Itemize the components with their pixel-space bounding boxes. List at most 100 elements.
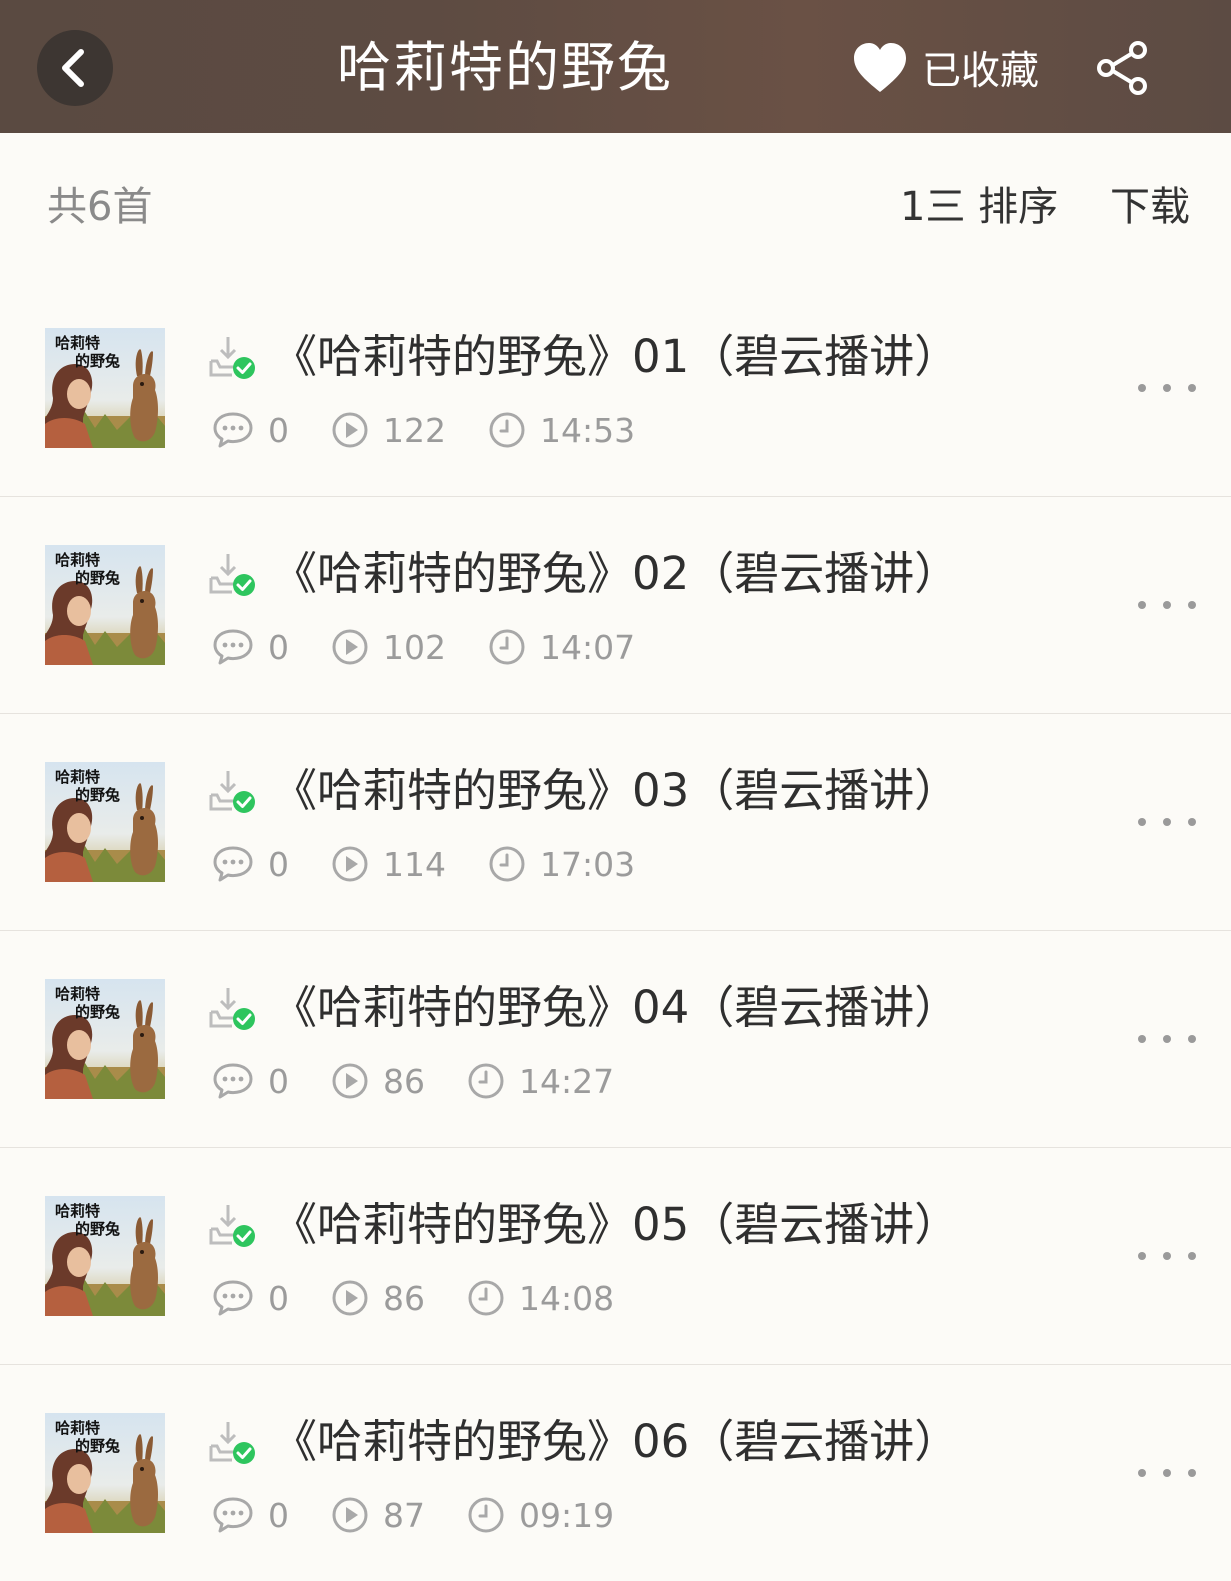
more-dots-icon (1138, 1469, 1196, 1477)
episode-meta: 0 86 14:08 (212, 1276, 614, 1320)
episode-title[interactable]: 《哈莉特的野兔》02（碧云播讲） (272, 545, 959, 603)
comment-bubble-icon (212, 628, 254, 666)
episode-meta: 0 102 14:07 (212, 625, 635, 669)
play-count: 86 (383, 1061, 425, 1101)
episode-meta: 0 122 14:53 (212, 408, 635, 452)
episode-list: 哈莉特 的野兔 《哈莉特的野兔》01（碧云播讲） 0 122 14:53 哈莉特 的野… (0, 280, 1231, 1581)
cover-text-line2: 的野兔 (75, 569, 120, 587)
downloaded-check-icon (208, 552, 258, 598)
comment-count: 0 (268, 410, 289, 450)
more-options-button[interactable] (1134, 597, 1200, 613)
episode-cover-image: 哈莉特 的野兔 (45, 1413, 165, 1533)
more-dots-icon (1138, 601, 1196, 609)
episode-cover-image: 哈莉特 的野兔 (45, 979, 165, 1099)
episode-duration: 14:08 (519, 1278, 615, 1318)
cover-text-line1: 哈莉特 (55, 1419, 100, 1437)
downloaded-check-icon (208, 986, 258, 1032)
comment-bubble-icon (212, 1279, 254, 1317)
download-button[interactable]: 下载 (1110, 183, 1190, 231)
episode-title[interactable]: 《哈莉特的野兔》06（碧云播讲） (272, 1413, 959, 1471)
clock-icon (467, 1279, 505, 1317)
cover-text-line2: 的野兔 (75, 1003, 120, 1021)
episode-duration: 14:27 (519, 1061, 615, 1101)
more-dots-icon (1138, 1035, 1196, 1043)
episode-duration: 14:07 (540, 627, 636, 667)
play-circle-icon (331, 628, 369, 666)
share-icon (1097, 41, 1147, 95)
play-circle-icon (331, 411, 369, 449)
more-options-button[interactable] (1134, 380, 1200, 396)
cover-text-line2: 的野兔 (75, 1437, 120, 1455)
comment-count: 0 (268, 627, 289, 667)
episode-meta: 0 114 17:03 (212, 842, 635, 886)
episode-cover-image: 哈莉特 的野兔 (45, 328, 165, 448)
episode-cover-image: 哈莉特 的野兔 (45, 1196, 165, 1316)
comment-bubble-icon (212, 411, 254, 449)
cover-text-line2: 的野兔 (75, 786, 120, 804)
episode-row[interactable]: 哈莉特 的野兔 《哈莉特的野兔》01（碧云播讲） 0 122 14:53 (0, 280, 1231, 497)
episode-cover-image: 哈莉特 的野兔 (45, 545, 165, 665)
play-circle-icon (331, 1496, 369, 1534)
episode-row[interactable]: 哈莉特 的野兔 《哈莉特的野兔》03（碧云播讲） 0 114 17:03 (0, 714, 1231, 931)
favorite-button[interactable]: 已收藏 (852, 40, 1039, 96)
clock-icon (467, 1496, 505, 1534)
cover-text-line1: 哈莉特 (55, 985, 100, 1003)
episode-duration: 09:19 (519, 1495, 615, 1535)
play-count: 102 (383, 627, 446, 667)
cover-text-line1: 哈莉特 (55, 334, 100, 352)
comment-bubble-icon (212, 845, 254, 883)
episode-meta: 0 86 14:27 (212, 1059, 614, 1103)
episode-title[interactable]: 《哈莉特的野兔》01（碧云播讲） (272, 328, 959, 386)
more-options-button[interactable] (1134, 814, 1200, 830)
top-bar: 哈莉特的野兔 已收藏 (0, 0, 1231, 133)
episode-row[interactable]: 哈莉特 的野兔 《哈莉特的野兔》04（碧云播讲） 0 86 14:27 (0, 931, 1231, 1148)
more-dots-icon (1138, 384, 1196, 392)
cover-text-line2: 的野兔 (75, 352, 120, 370)
chevron-left-icon (62, 49, 84, 87)
cover-text-line1: 哈莉特 (55, 768, 100, 786)
episode-row[interactable]: 哈莉特 的野兔 《哈莉特的野兔》02（碧云播讲） 0 102 14:07 (0, 497, 1231, 714)
cover-text-line1: 哈莉特 (55, 551, 100, 569)
comment-bubble-icon (212, 1062, 254, 1100)
episode-duration: 17:03 (540, 844, 636, 884)
share-button[interactable] (1094, 39, 1152, 97)
comment-count: 0 (268, 1278, 289, 1318)
page-title: 哈莉特的野兔 (337, 36, 673, 99)
more-dots-icon (1138, 1252, 1196, 1260)
episode-duration: 14:53 (540, 410, 636, 450)
clock-icon (467, 1062, 505, 1100)
list-toolbar: 共6首 1三 排序 下载 (0, 133, 1231, 283)
play-circle-icon (331, 845, 369, 883)
back-button[interactable] (37, 30, 113, 106)
favorite-label: 已收藏 (922, 49, 1040, 94)
more-options-button[interactable] (1134, 1031, 1200, 1047)
clock-icon (488, 411, 526, 449)
comment-bubble-icon (212, 1496, 254, 1534)
clock-icon (488, 628, 526, 666)
cover-text-line1: 哈莉特 (55, 1202, 100, 1220)
play-count: 87 (383, 1495, 425, 1535)
downloaded-check-icon (208, 1203, 258, 1249)
play-circle-icon (331, 1279, 369, 1317)
play-count: 86 (383, 1278, 425, 1318)
downloaded-check-icon (208, 769, 258, 815)
cover-text-line2: 的野兔 (75, 1220, 120, 1238)
comment-count: 0 (268, 1061, 289, 1101)
comment-count: 0 (268, 1495, 289, 1535)
sort-button[interactable]: 1三 排序 (900, 183, 1058, 231)
episode-title[interactable]: 《哈莉特的野兔》03（碧云播讲） (272, 762, 959, 820)
episode-row[interactable]: 哈莉特 的野兔 《哈莉特的野兔》05（碧云播讲） 0 86 14:08 (0, 1148, 1231, 1365)
episode-row[interactable]: 哈莉特 的野兔 《哈莉特的野兔》06（碧云播讲） 0 87 09:19 (0, 1365, 1231, 1581)
episode-title[interactable]: 《哈莉特的野兔》05（碧云播讲） (272, 1196, 959, 1254)
episode-title[interactable]: 《哈莉特的野兔》04（碧云播讲） (272, 979, 959, 1037)
more-dots-icon (1138, 818, 1196, 826)
comment-count: 0 (268, 844, 289, 884)
play-count: 114 (383, 844, 446, 884)
clock-icon (488, 845, 526, 883)
episode-meta: 0 87 09:19 (212, 1493, 614, 1537)
downloaded-check-icon (208, 335, 258, 381)
play-count: 122 (383, 410, 446, 450)
more-options-button[interactable] (1134, 1465, 1200, 1481)
heart-icon (854, 43, 906, 92)
more-options-button[interactable] (1134, 1248, 1200, 1264)
